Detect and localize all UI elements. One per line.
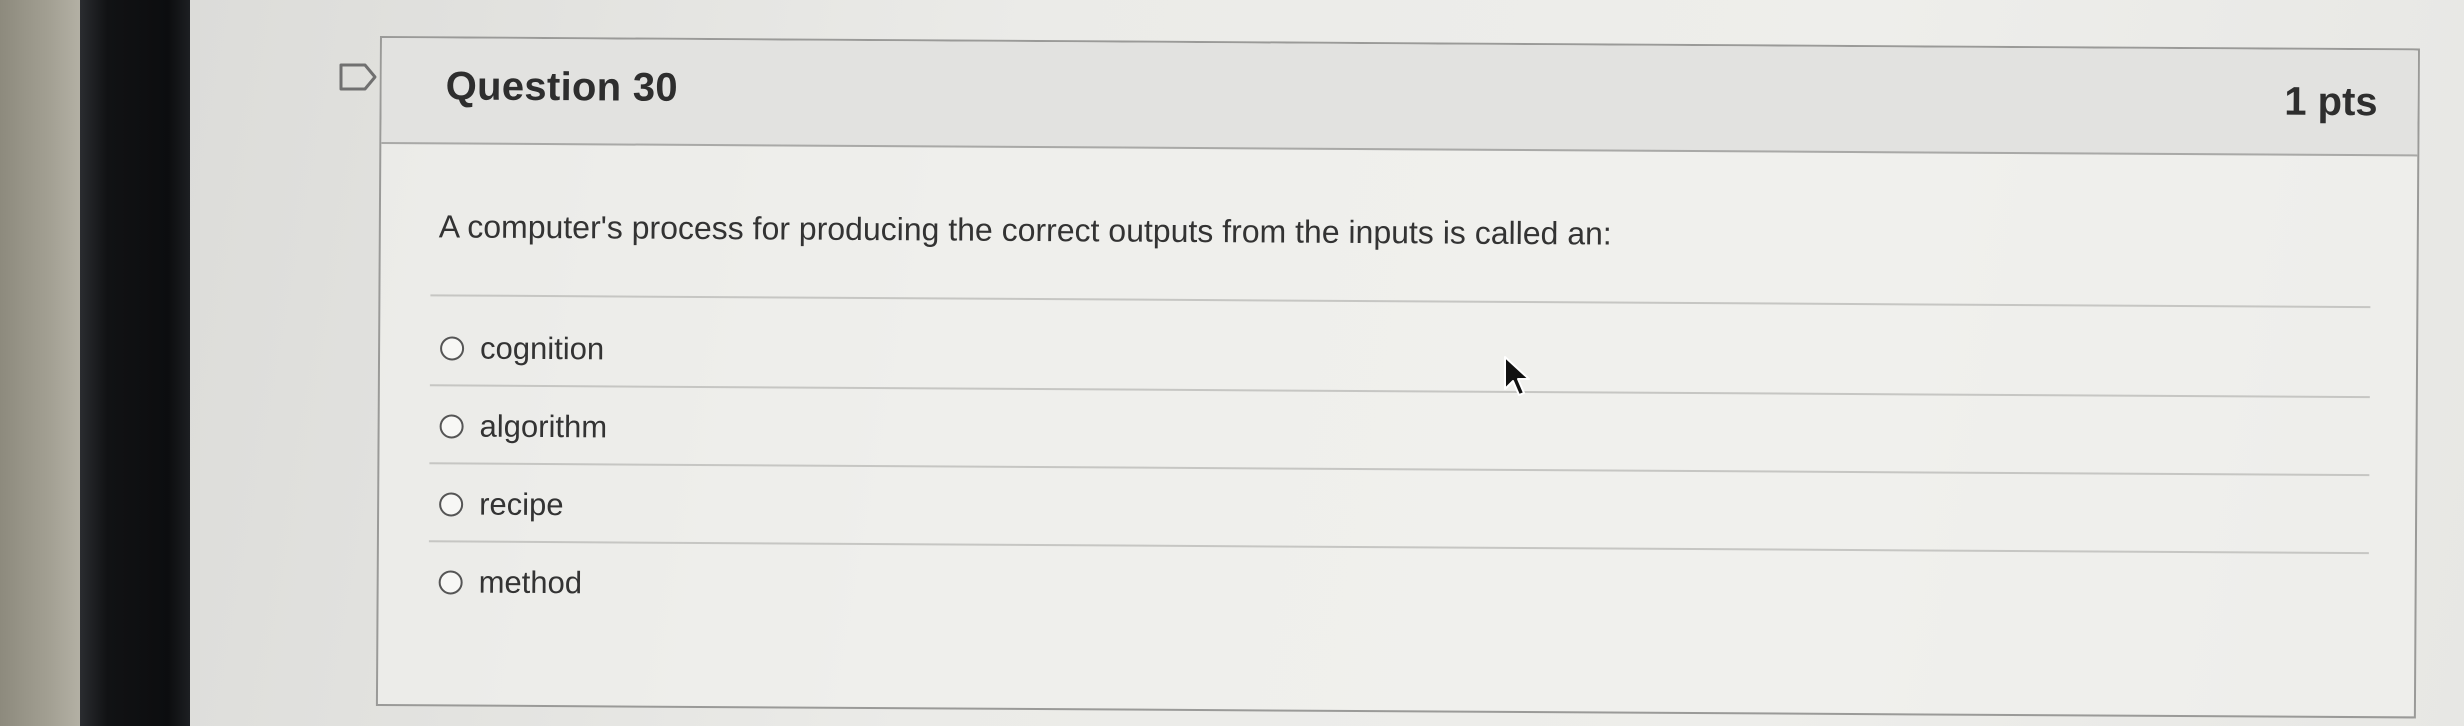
flag-icon[interactable]: [338, 62, 378, 92]
question-prompt: A computer's process for producing the c…: [438, 208, 1612, 252]
answer-option-recipe[interactable]: recipe: [439, 484, 564, 525]
question-title: Question 30: [445, 64, 679, 110]
answer-divider: [428, 540, 2369, 555]
answer-label: recipe: [479, 486, 564, 523]
radio-button[interactable]: [440, 336, 465, 361]
answer-option-cognition[interactable]: cognition: [440, 328, 604, 369]
answer-label: cognition: [479, 330, 605, 367]
answers-divider: [430, 294, 2371, 309]
question-points: 1 pts: [2284, 79, 2378, 125]
answer-label: method: [478, 564, 583, 601]
answer-option-method[interactable]: method: [438, 562, 583, 603]
answer-option-algorithm[interactable]: algorithm: [439, 406, 607, 447]
radio-button[interactable]: [438, 570, 463, 595]
answer-divider: [429, 462, 2370, 477]
radio-button[interactable]: [439, 414, 464, 439]
monitor-bezel: [80, 0, 190, 726]
question-header: Question 30 1 pts: [381, 38, 2418, 157]
radio-button[interactable]: [439, 492, 464, 517]
mouse-pointer-icon: [1504, 356, 1530, 396]
answer-divider: [429, 384, 2370, 399]
answer-label: algorithm: [479, 408, 608, 445]
question-card: Question 30 1 pts A computer's process f…: [375, 36, 2420, 719]
wall-background: [0, 0, 80, 726]
